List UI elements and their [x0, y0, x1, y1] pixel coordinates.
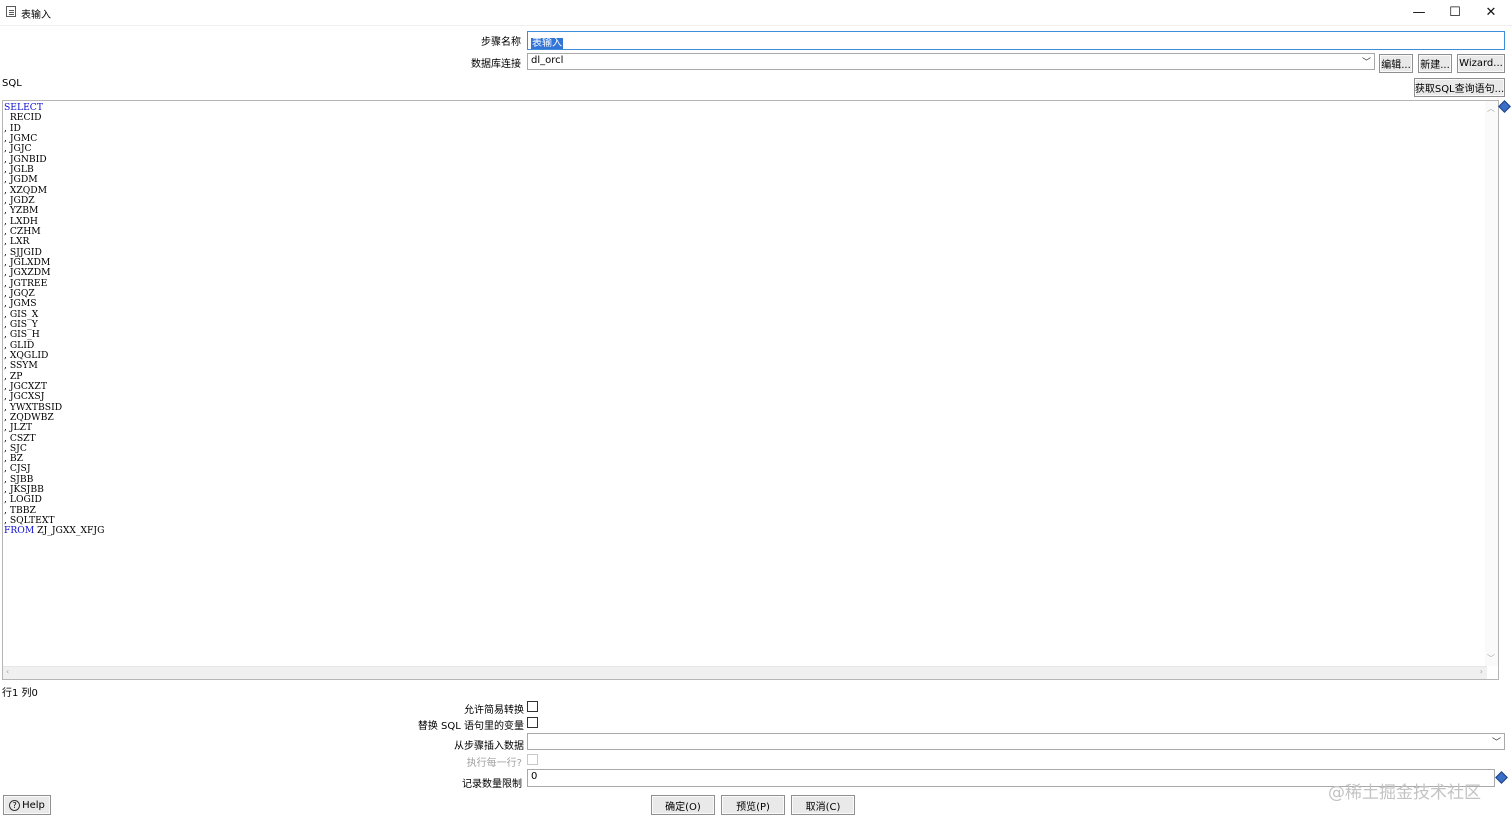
chevron-down-icon: ﹀ — [1361, 58, 1371, 68]
insert-from-step-select[interactable]: ﹀ — [527, 733, 1505, 750]
preview-button[interactable]: 预览(P) — [721, 795, 785, 815]
cursor-position: 行1 列0 — [2, 688, 38, 699]
watermark: @稀土掘金技术社区 — [1328, 783, 1481, 803]
sql-from-keyword: FROM — [4, 525, 35, 537]
limit-value: 0 — [531, 771, 538, 782]
variable-diamond-icon — [1498, 100, 1511, 113]
help-button-label: Help — [22, 799, 45, 811]
db-connection-select[interactable]: dl_orcl ﹀ — [527, 53, 1375, 70]
vertical-scrollbar[interactable]: ︿ ﹀ — [1485, 101, 1498, 666]
wizard-button[interactable]: Wizard... — [1457, 54, 1505, 73]
variable-diamond-icon — [1495, 771, 1508, 784]
chevron-down-icon: ﹀ — [1491, 738, 1501, 748]
scroll-up-icon[interactable]: ︿ — [1487, 103, 1495, 114]
sql-editor[interactable]: SELECT RECID , ID , JGMC , JGJC , JGNBID… — [2, 100, 1499, 680]
maximize-button[interactable]: ☐ — [1437, 0, 1473, 24]
sql-table-name: ZJ_JGXX_XFJG — [34, 525, 105, 537]
sql-label: SQL — [2, 78, 22, 89]
edit-connection-button[interactable]: 编辑... — [1379, 54, 1413, 73]
get-sql-button[interactable]: 获取SQL查询语句... — [1414, 78, 1505, 97]
sql-code[interactable]: SELECT RECID , ID , JGMC , JGJC , JGNBID… — [4, 102, 105, 537]
execute-each-row-checkbox[interactable] — [527, 754, 538, 765]
step-name-label: 步骤名称 — [481, 37, 521, 48]
insert-from-step-label: 从步骤插入数据 — [454, 741, 524, 752]
ok-button[interactable]: 确定(O) — [651, 795, 715, 815]
db-connection-label: 数据库连接 — [471, 59, 521, 70]
scroll-right-icon[interactable]: › — [1480, 667, 1483, 676]
scroll-down-icon[interactable]: ﹀ — [1487, 653, 1495, 664]
close-button[interactable]: ✕ — [1473, 0, 1509, 24]
cancel-button[interactable]: 取消(C) — [791, 795, 855, 815]
step-name-input[interactable]: 表输入 — [527, 31, 1505, 50]
db-connection-value: dl_orcl — [531, 55, 564, 66]
help-icon: ? — [9, 799, 21, 811]
limit-label: 记录数量限制 — [462, 779, 522, 790]
title-bar[interactable]: 表输入 — ☐ ✕ — [0, 0, 1512, 26]
lazy-conversion-label: 允许简易转换 — [464, 705, 524, 716]
execute-each-row-label: 执行每一行? — [466, 758, 522, 769]
window-title: 表输入 — [21, 10, 51, 21]
horizontal-scrollbar[interactable]: ‹ › — [3, 666, 1487, 679]
window-icon — [6, 6, 16, 17]
step-name-value: 表输入 — [531, 38, 563, 49]
sql-column-list: , ID , JGMC , JGJC , JGNBID , JGLB , JGD… — [4, 123, 62, 526]
lazy-conversion-checkbox[interactable] — [527, 701, 538, 712]
replace-variables-label: 替换 SQL 语句里的变量 — [417, 721, 524, 732]
help-button[interactable]: ? Help — [3, 795, 51, 815]
replace-variables-checkbox[interactable] — [527, 717, 538, 728]
minimize-button[interactable]: — — [1401, 0, 1437, 24]
scroll-left-icon[interactable]: ‹ — [6, 667, 9, 676]
new-connection-button[interactable]: 新建... — [1418, 54, 1452, 73]
